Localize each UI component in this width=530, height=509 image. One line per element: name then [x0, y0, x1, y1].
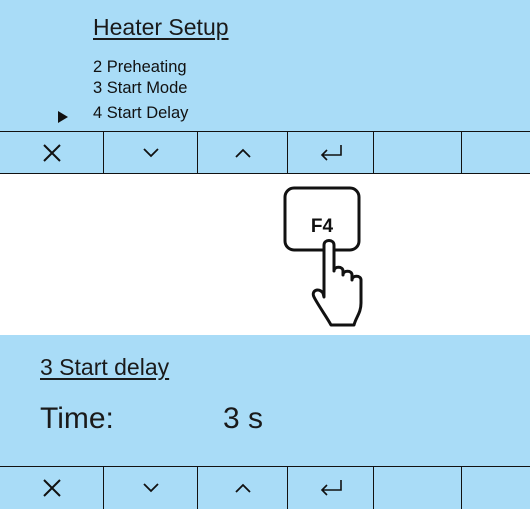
press-f4-illustration: F4: [282, 185, 372, 330]
softkey-f6[interactable]: [462, 132, 530, 173]
menu-title: Heater Setup: [93, 14, 229, 40]
enter-icon: [320, 480, 342, 496]
chevron-down-icon: [142, 483, 159, 493]
f4-key-label: F4: [310, 216, 334, 237]
softkey-f3-up[interactable]: [198, 132, 288, 173]
softkey-f4-enter[interactable]: [288, 467, 374, 509]
softkey-f4-enter[interactable]: [288, 132, 374, 173]
softkey-f6[interactable]: [462, 467, 530, 509]
screen-title: 3 Start delay: [40, 354, 170, 380]
chevron-up-icon: [234, 483, 251, 493]
menu-item-start-delay[interactable]: 4 Start Delay: [93, 103, 188, 123]
time-value[interactable]: 3 s: [223, 402, 263, 436]
softkey-bar: [0, 466, 530, 509]
softkey-f2-down[interactable]: [104, 132, 198, 173]
lcd-display-menu: Heater Setup 2 Preheating 3 Start Mode 4…: [0, 0, 530, 174]
close-icon: [42, 143, 61, 162]
menu-item-start-mode[interactable]: 3 Start Mode: [93, 78, 187, 98]
softkey-f1-cancel[interactable]: [0, 132, 104, 173]
selection-pointer-icon: [58, 111, 68, 123]
close-icon: [42, 479, 61, 497]
softkey-f1-cancel[interactable]: [0, 467, 104, 509]
time-label: Time:: [40, 402, 114, 435]
softkey-bar: [0, 131, 530, 174]
menu-item-preheating[interactable]: 2 Preheating: [93, 57, 187, 77]
enter-icon: [320, 144, 342, 161]
chevron-up-icon: [234, 148, 251, 158]
softkey-f2-down[interactable]: [104, 467, 198, 509]
softkey-f5[interactable]: [374, 467, 462, 509]
softkey-f3-up[interactable]: [198, 467, 288, 509]
softkey-f5[interactable]: [374, 132, 462, 173]
chevron-down-icon: [142, 147, 159, 157]
